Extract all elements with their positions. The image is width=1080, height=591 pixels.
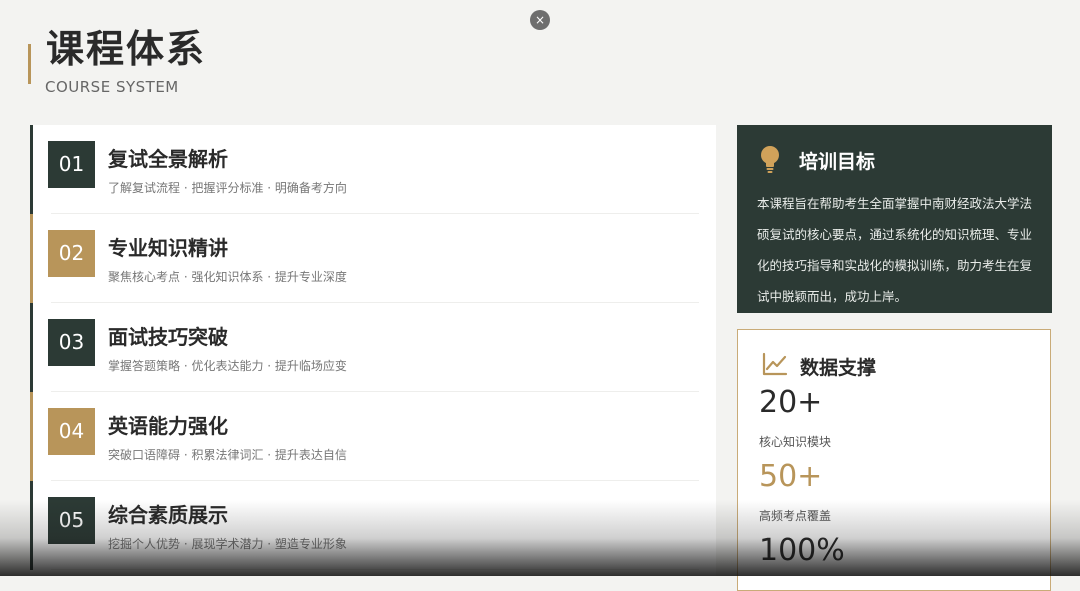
course-item-3: 03 面试技巧突破 掌握答题策略 · 优化表达能力 · 提升临场应变 bbox=[30, 303, 719, 392]
training-goal-text: 本课程旨在帮助考生全面掌握中南财经政法大学法硕复试的核心要点，通过系统化的知识梳… bbox=[757, 196, 1033, 304]
course-title: 面试技巧突破 bbox=[108, 325, 228, 349]
course-item-2: 02 专业知识精讲 聚焦核心考点 · 强化知识体系 · 提升专业深度 bbox=[30, 214, 719, 303]
training-goal-card: 培训目标 本课程旨在帮助考生全面掌握中南财经政法大学法硕复试的核心要点，通过系统… bbox=[737, 125, 1052, 313]
lightbulb-icon bbox=[761, 146, 779, 173]
course-description: 了解复试流程 · 把握评分标准 · 明确备考方向 bbox=[108, 181, 347, 195]
course-item-1: 01 复试全景解析 了解复试流程 · 把握评分标准 · 明确备考方向 bbox=[30, 125, 719, 214]
data-support-title: 数据支撑 bbox=[800, 357, 877, 379]
title-accent-bar bbox=[28, 44, 31, 84]
course-description: 突破口语障碍 · 积累法律词汇 · 提升表达自信 bbox=[108, 448, 347, 462]
course-number: 01 bbox=[48, 141, 95, 188]
course-item-5: 05 综合素质展示 挖掘个人优势 · 展现学术潜力 · 塑造专业形象 bbox=[30, 481, 719, 570]
page-subtitle: COURSE SYSTEM bbox=[45, 78, 179, 96]
stat-value: 20+ bbox=[759, 385, 823, 420]
course-description: 挖掘个人优势 · 展现学术潜力 · 塑造专业形象 bbox=[108, 537, 347, 551]
course-list: 01 复试全景解析 了解复试流程 · 把握评分标准 · 明确备考方向 02 专业… bbox=[30, 125, 716, 576]
course-number: 05 bbox=[48, 497, 95, 544]
page-title: 课程体系 bbox=[46, 27, 207, 71]
stat-label: 核心知识模块 bbox=[759, 435, 832, 449]
stat-label: 高频考点覆盖 bbox=[759, 509, 832, 523]
stat-value: 100% bbox=[759, 533, 845, 568]
data-support-card: 数据支撑 20+ 核心知识模块 50+ 高频考点覆盖 100% bbox=[737, 329, 1051, 591]
line-chart-icon bbox=[762, 352, 788, 376]
course-title: 英语能力强化 bbox=[108, 414, 228, 438]
course-title: 综合素质展示 bbox=[108, 503, 228, 527]
course-number: 03 bbox=[48, 319, 95, 366]
training-goal-title: 培训目标 bbox=[799, 151, 876, 173]
course-description: 聚焦核心考点 · 强化知识体系 · 提升专业深度 bbox=[108, 270, 347, 284]
stat-value: 50+ bbox=[759, 459, 823, 494]
course-description: 掌握答题策略 · 优化表达能力 · 提升临场应变 bbox=[108, 359, 347, 373]
course-title: 专业知识精讲 bbox=[108, 236, 228, 260]
course-title: 复试全景解析 bbox=[108, 147, 228, 171]
close-button[interactable]: × bbox=[530, 10, 550, 30]
course-item-4: 04 英语能力强化 突破口语障碍 · 积累法律词汇 · 提升表达自信 bbox=[30, 392, 719, 481]
course-number: 02 bbox=[48, 230, 95, 277]
course-number: 04 bbox=[48, 408, 95, 455]
